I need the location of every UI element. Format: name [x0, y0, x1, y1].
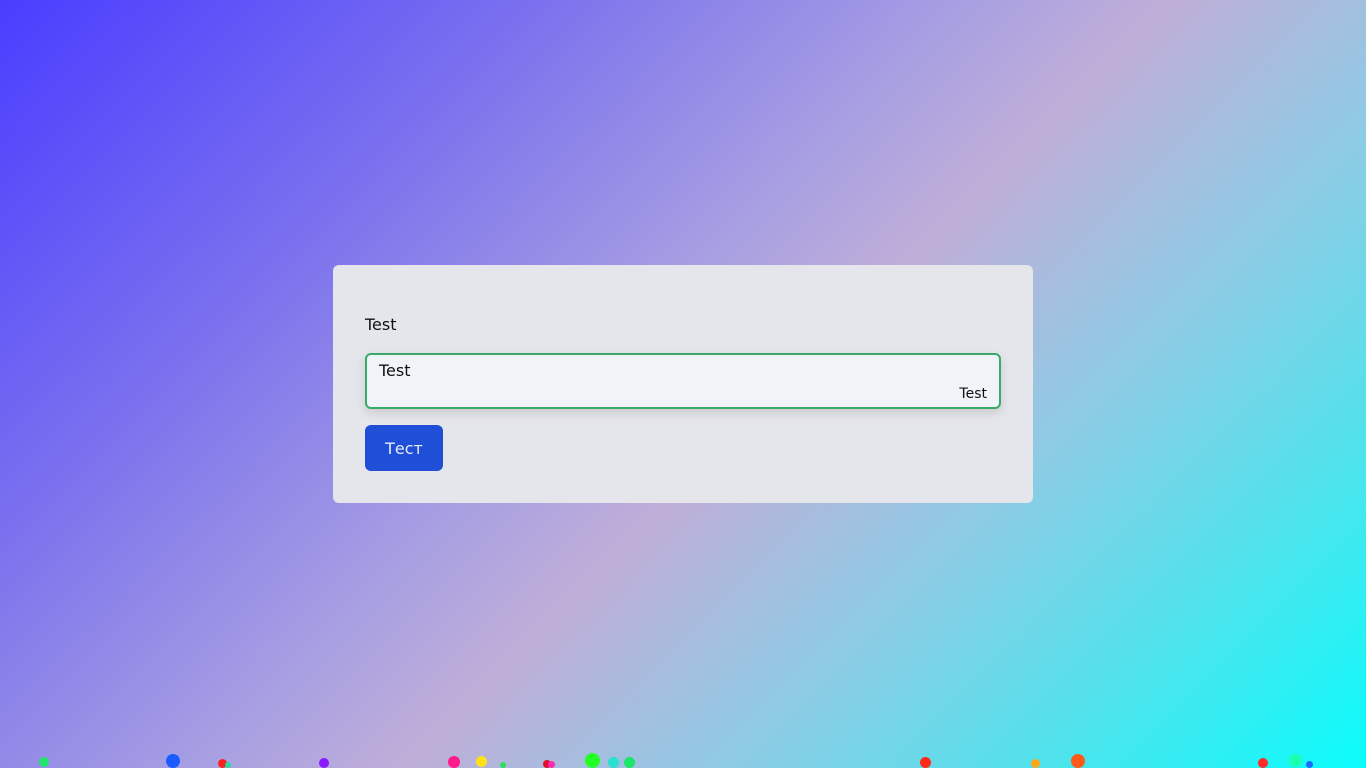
confetti-dot	[225, 762, 231, 768]
submit-button[interactable]: Тест	[365, 425, 443, 471]
confetti-dot	[920, 757, 931, 768]
form-card: Test Test Test Тест	[333, 265, 1033, 503]
confetti-dot	[1031, 759, 1040, 768]
confetti-dot	[448, 756, 460, 768]
confetti-dot	[166, 754, 180, 768]
text-input[interactable]: Test Test	[365, 353, 1001, 409]
confetti-dot	[476, 756, 487, 767]
confetti-dot	[39, 757, 49, 767]
text-input-hint: Test	[959, 386, 987, 402]
confetti-dot	[548, 761, 555, 768]
confetti-dot	[1071, 754, 1085, 768]
field-label: Test	[365, 315, 397, 334]
confetti-dot	[624, 757, 635, 768]
confetti-dot	[1306, 761, 1313, 768]
confetti-dot	[500, 762, 506, 768]
confetti-dot	[1289, 754, 1302, 767]
confetti-dot	[608, 757, 619, 768]
text-input-value: Test	[379, 361, 411, 380]
confetti-dot	[1258, 758, 1268, 768]
confetti-dot	[319, 758, 329, 768]
confetti-dot	[585, 753, 600, 768]
